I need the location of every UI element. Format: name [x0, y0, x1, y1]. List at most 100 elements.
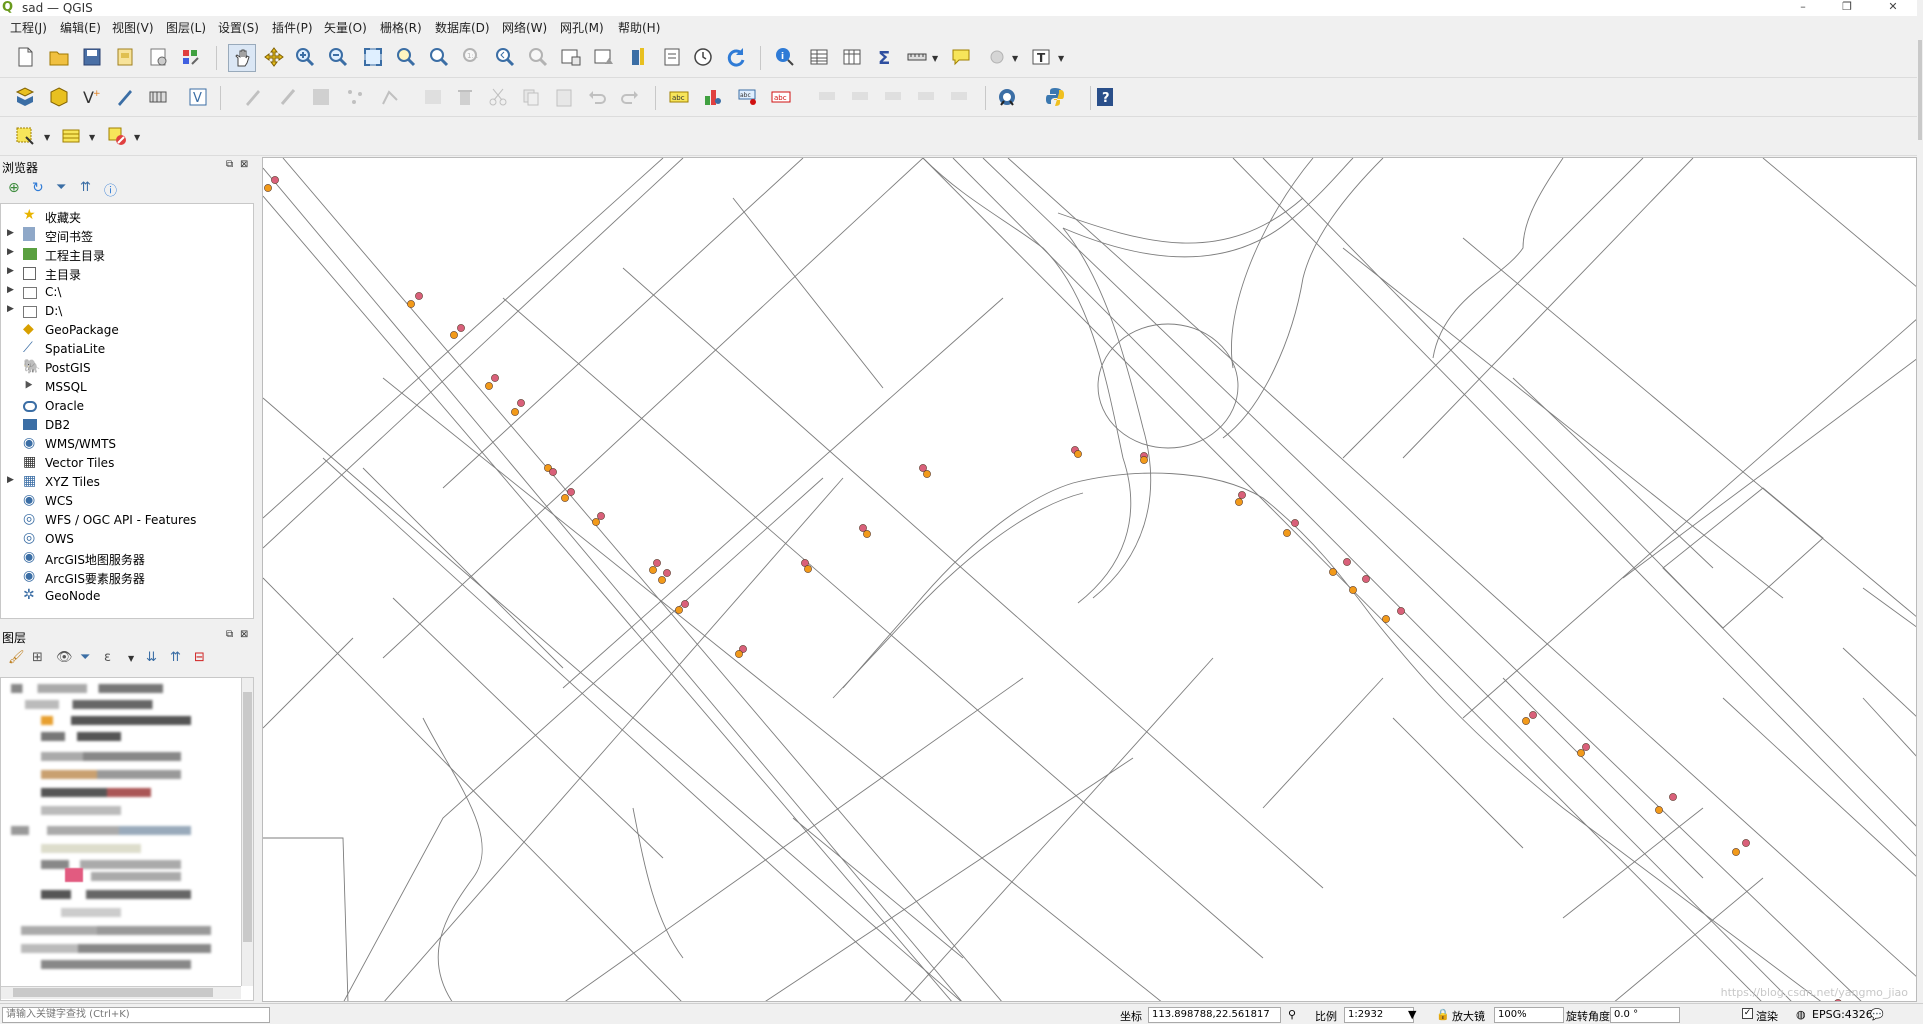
zoom-out-icon[interactable] [325, 44, 351, 70]
browser-item-drive-c[interactable]: ▶ C:\ [1, 283, 253, 302]
select-dropdown-icon[interactable]: ▼ [44, 133, 50, 142]
map-point-orange[interactable] [658, 576, 666, 584]
field-calculator-icon[interactable] [839, 44, 865, 70]
remove-layer-icon[interactable]: ⊟ [194, 650, 205, 665]
scale-dropdown-icon[interactable]: ▼ [1408, 1008, 1416, 1021]
geocoding-icon[interactable] [994, 84, 1020, 110]
pan-icon[interactable] [228, 44, 256, 72]
layer-tree-row[interactable] [41, 788, 151, 797]
browser-item-ows[interactable]: ◎ OWS [1, 530, 253, 549]
map-point-orange[interactable] [1732, 848, 1740, 856]
map-point-orange[interactable] [450, 331, 458, 339]
browser-item-postgis[interactable]: 🐘 PostGIS [1, 359, 253, 378]
point-markers[interactable] [264, 176, 1842, 1002]
minimize-button[interactable]: – [1783, 0, 1823, 16]
new-map-view-icon[interactable] [558, 44, 584, 70]
delete-selected-icon[interactable] [452, 84, 478, 110]
measure-dropdown-icon[interactable]: ▼ [932, 54, 938, 63]
map-point-pink[interactable] [1669, 793, 1677, 801]
layer-tree-row[interactable] [21, 944, 211, 953]
browser-item-wcs[interactable]: ◉ WCS [1, 492, 253, 511]
zoom-full-icon[interactable] [360, 44, 386, 70]
map-point-pink[interactable] [1742, 839, 1750, 847]
properties-info-icon[interactable]: ⓘ [104, 180, 117, 199]
layer-tree-row[interactable] [61, 908, 121, 917]
move-label-icon[interactable] [815, 84, 841, 110]
layer-tree-row[interactable] [41, 716, 191, 725]
layer-tree-row[interactable] [41, 844, 141, 853]
browser-item-vector-tiles[interactable]: ▦ Vector Tiles [1, 454, 253, 473]
browser-item-wms[interactable]: ◉ WMS/WMTS [1, 435, 253, 454]
map-point-orange[interactable] [561, 494, 569, 502]
annotation-dropdown-icon[interactable]: ▼ [1012, 54, 1018, 63]
magnifier-field[interactable]: 100% [1494, 1007, 1564, 1023]
open-project-icon[interactable] [46, 44, 72, 70]
menu-raster[interactable]: 栅格(R) [380, 19, 422, 36]
select-by-expression-icon[interactable] [58, 123, 84, 149]
close-button[interactable]: ✕ [1873, 0, 1913, 16]
panel-close-icon[interactable]: ⊠ [240, 159, 248, 170]
paste-features-icon[interactable] [551, 84, 577, 110]
style-panel-brush-icon[interactable]: 🖌 [8, 650, 25, 665]
map-point-pink[interactable] [1397, 607, 1405, 615]
style-manager-icon[interactable] [178, 44, 204, 70]
browser-item-db2[interactable]: DB2 [1, 416, 253, 435]
main-window-scrollbar[interactable] [1917, 0, 1923, 1003]
collapse-all-icon[interactable]: ⇈ [170, 650, 181, 665]
map-canvas[interactable]: https://blog.csdn.net/yangmo_jiao [262, 157, 1917, 1002]
cut-features-icon[interactable] [485, 84, 511, 110]
copy-features-icon[interactable] [518, 84, 544, 110]
expand-arrow-icon[interactable]: ▶ [7, 247, 14, 257]
browser-item-favorites[interactable]: ★ 收藏夹 [1, 207, 253, 226]
map-point-pink[interactable] [517, 399, 525, 407]
browser-item-drive-d[interactable]: ▶ D:\ [1, 302, 253, 321]
expression-dropdown-icon[interactable]: ▼ [89, 133, 95, 142]
decorations-icon[interactable] [659, 44, 685, 70]
expand-arrow-icon[interactable]: ▶ [7, 228, 14, 238]
browser-item-geopackage[interactable]: ◆ GeoPackage [1, 321, 253, 340]
add-feature-icon[interactable] [342, 84, 368, 110]
new-shapefile-layer-icon[interactable]: V + [79, 84, 105, 110]
expand-arrow-icon[interactable]: ▶ [7, 266, 14, 276]
layer-tree-row[interactable] [41, 732, 121, 741]
open-attribute-table-icon[interactable] [806, 44, 832, 70]
menu-edit[interactable]: 编辑(E) [60, 19, 101, 36]
browser-item-xyz-tiles[interactable]: ▶ ▦ XYZ Tiles [1, 473, 253, 492]
layer-tree-row[interactable] [41, 960, 191, 969]
rotation-field[interactable]: 0.0 ° [1610, 1007, 1680, 1023]
scrollbar-thumb[interactable] [1918, 40, 1922, 140]
menu-settings[interactable]: 设置(S) [218, 19, 259, 36]
panel-float-icon[interactable]: ⧉ [226, 629, 233, 640]
label-properties-icon[interactable] [914, 84, 940, 110]
menu-layer[interactable]: 图层(L) [166, 19, 206, 36]
new-3d-view-icon[interactable] [591, 44, 617, 70]
map-point-orange[interactable] [863, 530, 871, 538]
map-point-pink[interactable] [1238, 491, 1246, 499]
toggle-editing-icon[interactable] [275, 84, 301, 110]
browser-item-geonode[interactable]: ✲ GeoNode [1, 587, 253, 606]
scale-field[interactable]: 1:2932 [1344, 1007, 1414, 1023]
map-point-orange[interactable] [1074, 450, 1082, 458]
python-console-icon[interactable] [1042, 84, 1068, 110]
layer-tree-row[interactable] [11, 826, 191, 835]
pin-labels-icon[interactable]: abc [735, 84, 761, 110]
map-point-orange[interactable] [649, 566, 657, 574]
crs-label[interactable]: EPSG:4326 [1812, 1008, 1873, 1021]
zoom-to-selection-icon[interactable] [393, 44, 419, 70]
map-tips-icon[interactable] [948, 44, 974, 70]
crs-globe-icon[interactable]: ◍ [1796, 1008, 1806, 1021]
browser-item-arcgis-map-server[interactable]: ◉ ArcGIS地图服务器 [1, 549, 253, 568]
map-point-orange[interactable] [1577, 749, 1585, 757]
map-point-pink[interactable] [457, 324, 465, 332]
text-annotation-dropdown-icon[interactable]: ▼ [1058, 54, 1064, 63]
menu-project[interactable]: 工程(J) [10, 19, 47, 36]
panel-close-icon[interactable]: ⊠ [240, 629, 248, 640]
maximize-button[interactable]: ❐ [1827, 0, 1867, 16]
map-point-pink[interactable] [663, 569, 671, 577]
map-point-pink[interactable] [681, 600, 689, 608]
map-point-orange[interactable] [1283, 529, 1291, 537]
manage-visibility-eye-icon[interactable]: 👁 [56, 650, 73, 665]
zoom-native-icon[interactable]: 1:1 [459, 44, 485, 70]
digitize-icon[interactable] [112, 84, 138, 110]
map-point-orange[interactable] [485, 382, 493, 390]
